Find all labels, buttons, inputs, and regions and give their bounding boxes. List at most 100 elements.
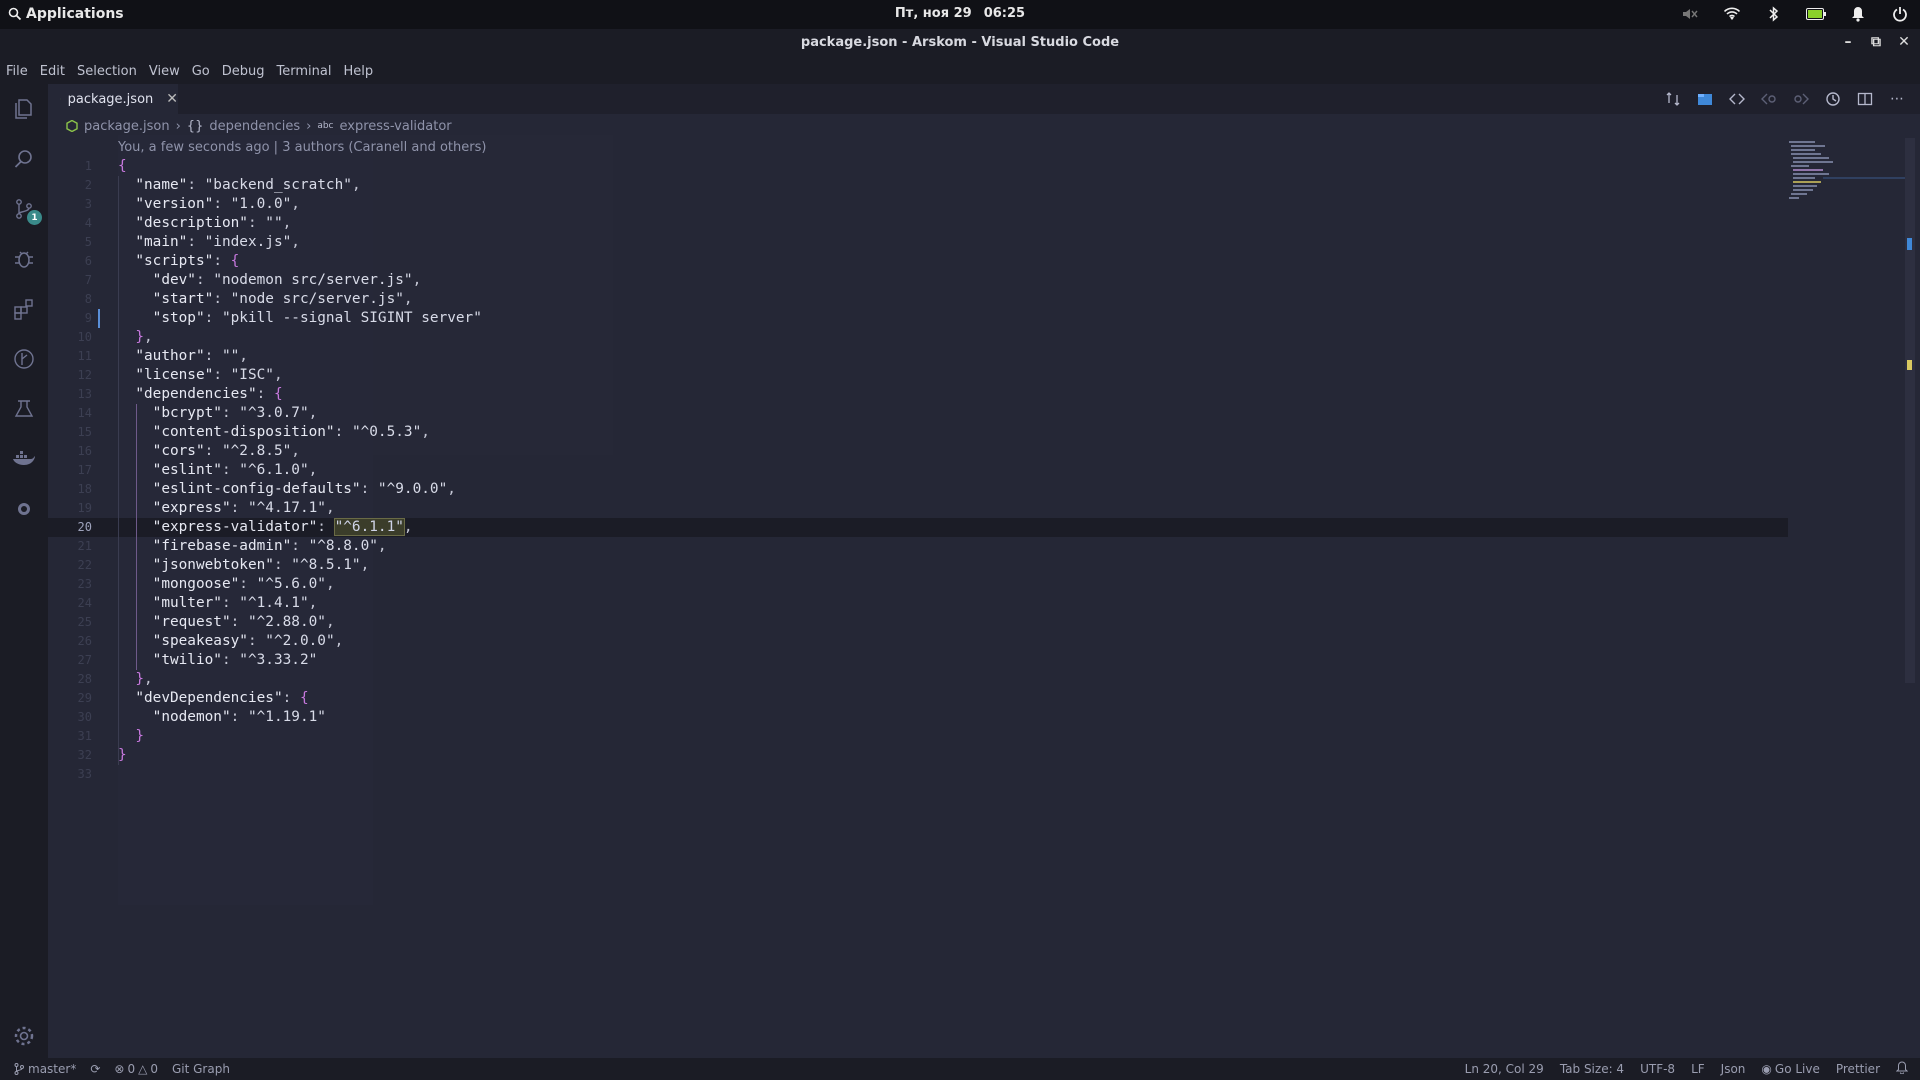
json-punctuation: ,: [144, 329, 153, 345]
close-window-icon[interactable]: ✕: [1896, 33, 1912, 51]
code-line[interactable]: 26 "speakeasy": "^2.0.0",: [48, 632, 1788, 651]
blame-toggle-icon[interactable]: [1696, 90, 1714, 108]
go-live-button[interactable]: ◉ Go Live: [1761, 1062, 1819, 1076]
code-line[interactable]: 25 "request": "^2.88.0",: [48, 613, 1788, 632]
breadcrumb-section[interactable]: dependencies: [209, 119, 300, 134]
problems-indicator[interactable]: ⊗ 0 △ 0: [114, 1062, 158, 1076]
search-view-icon[interactable]: [0, 134, 48, 184]
code-line[interactable]: 8 "start": "node src/server.js",: [48, 290, 1788, 309]
code-editor[interactable]: 1{2 "name": "backend_scratch", 3 "version…: [48, 157, 1788, 797]
sync-icon[interactable]: ⟳: [90, 1062, 100, 1076]
git-graph-button[interactable]: Git Graph: [172, 1062, 230, 1076]
cursor-position[interactable]: Ln 20, Col 29: [1465, 1062, 1544, 1076]
code-line[interactable]: 11 "author": "",: [48, 347, 1788, 366]
split-editor-icon[interactable]: [1856, 90, 1874, 108]
source-control-icon[interactable]: 1: [0, 184, 48, 234]
menu-file[interactable]: File: [6, 64, 28, 79]
code-line[interactable]: 20 "express-validator": "^6.1.1",: [48, 518, 1788, 537]
tab-package-json[interactable]: package.json ✕: [48, 84, 178, 114]
line-code: "license": "ISC",: [118, 366, 282, 385]
code-line[interactable]: 10 },: [48, 328, 1788, 347]
battery-icon[interactable]: [1806, 4, 1826, 24]
live-share-icon[interactable]: [0, 484, 48, 534]
close-tab-icon[interactable]: ✕: [166, 91, 178, 107]
bluetooth-icon[interactable]: [1764, 4, 1784, 24]
menu-selection[interactable]: Selection: [77, 64, 137, 79]
wifi-icon[interactable]: [1722, 4, 1742, 24]
clock[interactable]: Пт, ноя 29 06:25: [0, 6, 1920, 21]
code-line[interactable]: 21 "firebase-admin": "^8.8.0",: [48, 537, 1788, 556]
code-line[interactable]: 5 "main": "index.js",: [48, 233, 1788, 252]
code-line[interactable]: 9 "stop": "pkill --signal SIGINT server": [48, 309, 1788, 328]
next-revision-icon[interactable]: [1792, 90, 1810, 108]
code-line[interactable]: 31 }: [48, 727, 1788, 746]
menu-view[interactable]: View: [149, 64, 180, 79]
code-line[interactable]: 15 "content-disposition": "^0.5.3",: [48, 423, 1788, 442]
code-line[interactable]: 14 "bcrypt": "^3.0.7",: [48, 404, 1788, 423]
menu-go[interactable]: Go: [192, 64, 210, 79]
history-icon[interactable]: [1824, 90, 1842, 108]
code-line[interactable]: 17 "eslint": "^6.1.0",: [48, 461, 1788, 480]
end-of-line[interactable]: LF: [1691, 1062, 1705, 1076]
minimap[interactable]: [1785, 138, 1905, 208]
restore-icon[interactable]: ⧉: [1868, 33, 1884, 51]
minimize-icon[interactable]: –: [1840, 33, 1856, 51]
test-explorer-icon[interactable]: [0, 384, 48, 434]
code-line[interactable]: 13 "dependencies": {: [48, 385, 1788, 404]
line-code: "name": "backend_scratch",: [118, 176, 360, 195]
menu-help[interactable]: Help: [343, 64, 373, 79]
open-changes-icon[interactable]: [1664, 90, 1682, 108]
code-line[interactable]: 18 "eslint-config-defaults": "^9.0.0",: [48, 480, 1788, 499]
debug-icon[interactable]: [0, 234, 48, 284]
code-line[interactable]: 30 "nodemon": "^1.19.1": [48, 708, 1788, 727]
activity-bar: 1: [0, 84, 48, 1058]
settings-gear-icon[interactable]: [0, 1020, 48, 1052]
extensions-icon[interactable]: [0, 284, 48, 334]
encoding[interactable]: UTF-8: [1640, 1062, 1675, 1076]
menu-edit[interactable]: Edit: [40, 64, 65, 79]
code-line[interactable]: 4 "description": "",: [48, 214, 1788, 233]
code-line[interactable]: 22 "jsonwebtoken": "^8.5.1",: [48, 556, 1788, 575]
code-line[interactable]: 23 "mongoose": "^5.6.0",: [48, 575, 1788, 594]
scroll-marker: [1907, 238, 1912, 250]
code-line[interactable]: 16 "cors": "^2.8.5",: [48, 442, 1788, 461]
code-line[interactable]: 1{: [48, 157, 1788, 176]
json-punctuation: [118, 234, 135, 250]
code-line[interactable]: 12 "license": "ISC",: [48, 366, 1788, 385]
json-punctuation: ,: [377, 538, 387, 554]
line-number: 7: [84, 273, 92, 287]
explorer-icon[interactable]: [0, 84, 48, 134]
code-line[interactable]: 29 "devDependencies": {: [48, 689, 1788, 708]
code-line[interactable]: 28 },: [48, 670, 1788, 689]
git-blame-annotation[interactable]: You, a few seconds ago | 3 authors (Cara…: [118, 140, 486, 155]
menu-debug[interactable]: Debug: [222, 64, 265, 79]
code-line[interactable]: 7 "dev": "nodemon src/server.js",: [48, 271, 1788, 290]
power-icon[interactable]: [1890, 4, 1910, 24]
branch-indicator[interactable]: master*: [14, 1062, 76, 1076]
code-line[interactable]: 27 "twilio": "^3.33.2": [48, 651, 1788, 670]
previous-revision-icon[interactable]: [1760, 90, 1778, 108]
more-actions-icon[interactable]: ⋯: [1888, 90, 1906, 108]
code-line[interactable]: 33: [48, 765, 1788, 784]
tab-size[interactable]: Tab Size: 4: [1560, 1062, 1624, 1076]
language-mode[interactable]: Json: [1721, 1062, 1746, 1076]
json-punctuation: :: [221, 405, 240, 421]
breadcrumb-item[interactable]: express-validator: [340, 119, 452, 134]
volume-muted-icon[interactable]: [1680, 4, 1700, 24]
code-line[interactable]: 24 "multer": "^1.4.1",: [48, 594, 1788, 613]
notifications-icon[interactable]: [1895, 1061, 1909, 1077]
git-graph-icon[interactable]: [0, 334, 48, 384]
json-punctuation: [118, 690, 135, 706]
breadcrumb-file[interactable]: package.json: [84, 119, 170, 134]
notifications-bell-icon[interactable]: [1848, 4, 1868, 24]
menu-terminal[interactable]: Terminal: [277, 64, 332, 79]
code-line[interactable]: 2 "name": "backend_scratch",: [48, 176, 1788, 195]
docker-icon[interactable]: [0, 434, 48, 484]
code-line[interactable]: 3 "version": "1.0.0",: [48, 195, 1788, 214]
prettier-button[interactable]: Prettier: [1836, 1062, 1880, 1076]
code-line[interactable]: 19 "express": "^4.17.1",: [48, 499, 1788, 518]
code-line[interactable]: 6 "scripts": {: [48, 252, 1788, 271]
compare-previous-icon[interactable]: [1728, 90, 1746, 108]
vertical-scrollbar[interactable]: [1905, 138, 1915, 683]
code-line[interactable]: 32}: [48, 746, 1788, 765]
